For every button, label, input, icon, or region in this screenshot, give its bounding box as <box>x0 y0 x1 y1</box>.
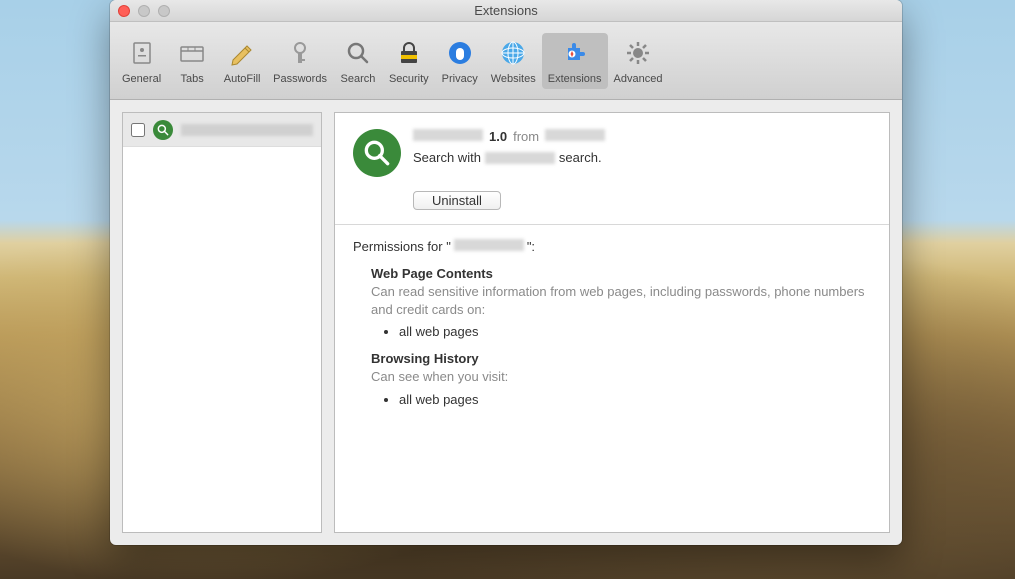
extension-name-redacted <box>413 129 483 141</box>
extensions-icon <box>559 37 591 69</box>
privacy-icon <box>444 37 476 69</box>
general-icon <box>126 37 158 69</box>
perm-web-contents: Web Page Contents Can read sensitive inf… <box>371 266 871 339</box>
tab-label: Privacy <box>442 73 478 85</box>
tabs-icon <box>176 37 208 69</box>
perm-list-item: all web pages <box>399 392 871 407</box>
tab-tabs[interactable]: Tabs <box>167 33 217 89</box>
perm-desc: Can read sensitive information from web … <box>371 283 871 318</box>
preferences-window: Extensions General Tabs AutoFill Passwor… <box>110 0 902 545</box>
extension-icon <box>153 120 173 140</box>
perm-heading: Web Page Contents <box>371 266 871 281</box>
content-area: 1.0 from Search with search. Uninstall <box>110 100 902 545</box>
passwords-icon <box>284 37 316 69</box>
extension-title-row: 1.0 from <box>413 129 605 144</box>
tab-autofill[interactable]: AutoFill <box>217 33 267 89</box>
extension-icon-large <box>353 129 401 177</box>
tab-security[interactable]: Security <box>383 33 435 89</box>
permissions-section: Permissions for " ": Web Page Contents C… <box>335 225 889 423</box>
tab-label: Advanced <box>614 73 663 85</box>
extension-list-item[interactable] <box>123 113 321 147</box>
extension-version: 1.0 <box>489 129 507 144</box>
from-label: from <box>513 129 539 144</box>
perm-list: all web pages <box>399 392 871 407</box>
perm-title-prefix: Permissions for " <box>353 239 451 254</box>
tab-advanced[interactable]: Advanced <box>608 33 669 89</box>
titlebar[interactable]: Extensions <box>110 0 902 22</box>
desc-prefix: Search with <box>413 150 481 165</box>
maximize-button[interactable] <box>158 5 170 17</box>
tab-label: General <box>122 73 161 85</box>
desc-redacted <box>485 152 555 164</box>
tab-label: AutoFill <box>224 73 261 85</box>
minimize-button[interactable] <box>138 5 150 17</box>
extensions-sidebar <box>122 112 322 533</box>
tab-general[interactable]: General <box>116 33 167 89</box>
preferences-toolbar: General Tabs AutoFill Passwords Search <box>110 22 902 100</box>
tab-passwords[interactable]: Passwords <box>267 33 333 89</box>
perm-list: all web pages <box>399 324 871 339</box>
extension-name-redacted <box>181 124 313 136</box>
extension-author-redacted <box>545 129 605 141</box>
tab-privacy[interactable]: Privacy <box>435 33 485 89</box>
window-title: Extensions <box>118 3 894 18</box>
close-button[interactable] <box>118 5 130 17</box>
advanced-icon <box>622 37 654 69</box>
tab-search[interactable]: Search <box>333 33 383 89</box>
perm-heading: Browsing History <box>371 351 871 366</box>
window-controls <box>118 5 170 17</box>
perm-browsing-history: Browsing History Can see when you visit:… <box>371 351 871 407</box>
desc-suffix: search. <box>559 150 602 165</box>
extension-detail: 1.0 from Search with search. Uninstall <box>334 112 890 533</box>
perm-title-suffix: ": <box>527 239 535 254</box>
tab-websites[interactable]: Websites <box>485 33 542 89</box>
perm-list-item: all web pages <box>399 324 871 339</box>
websites-icon <box>497 37 529 69</box>
security-icon <box>393 37 425 69</box>
tab-label: Passwords <box>273 73 327 85</box>
permissions-title: Permissions for " ": <box>353 239 871 254</box>
tab-label: Websites <box>491 73 536 85</box>
extension-enable-checkbox[interactable] <box>131 123 145 137</box>
tab-label: Tabs <box>181 73 204 85</box>
extension-header: 1.0 from Search with search. Uninstall <box>335 113 889 225</box>
autofill-icon <box>226 37 258 69</box>
uninstall-button[interactable]: Uninstall <box>413 191 501 210</box>
perm-desc: Can see when you visit: <box>371 368 871 386</box>
tab-extensions[interactable]: Extensions <box>542 33 608 89</box>
extension-description: Search with search. <box>413 150 605 165</box>
tab-label: Search <box>341 73 376 85</box>
perm-name-redacted <box>454 239 524 251</box>
tab-label: Extensions <box>548 73 602 85</box>
tab-label: Security <box>389 73 429 85</box>
search-icon <box>342 37 374 69</box>
